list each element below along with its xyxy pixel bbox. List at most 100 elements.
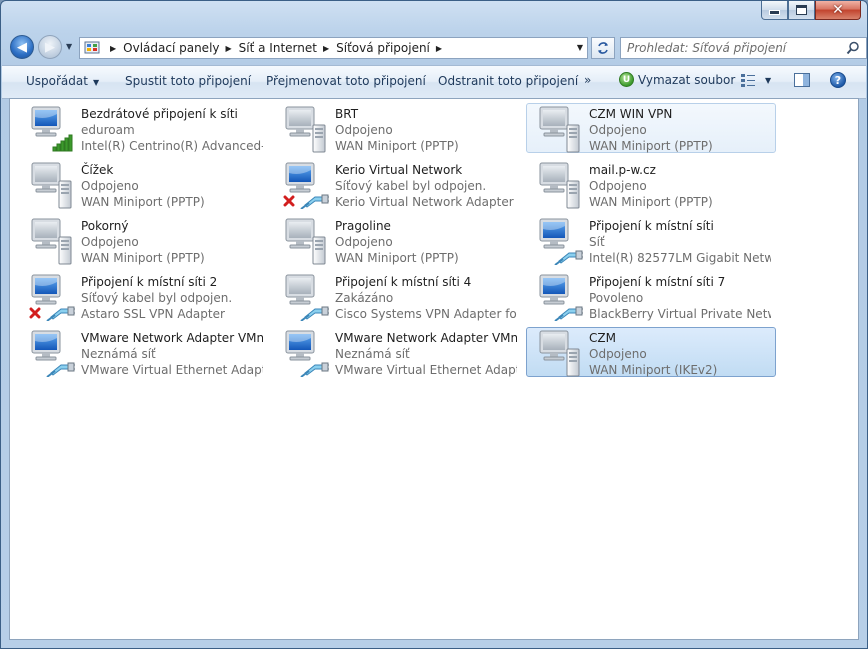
connection-name: Bezdrátové připojení k síti <box>81 107 238 121</box>
connection-status: Odpojeno <box>589 179 647 193</box>
connection-text: VMware Network Adapter VMnet8 Neznámá sí… <box>335 330 517 378</box>
connection-text: Čížek Odpojeno WAN Miniport (PPTP) <box>81 162 263 210</box>
connection-text: CZM Odpojeno WAN Miniport (IKEv2) <box>589 330 771 378</box>
connection-item[interactable]: VMware Network Adapter VMnet1 Neznámá sí… <box>18 327 268 378</box>
recent-pages-dropdown[interactable]: ▼ <box>66 42 72 51</box>
command-bar: Uspořádat ▼ Spustit toto připojení Přejme… <box>2 65 866 99</box>
connection-name: BRT <box>335 107 359 121</box>
search-box[interactable] <box>620 37 867 59</box>
connection-adapter: WAN Miniport (PPTP) <box>81 195 205 209</box>
connection-text: Připojení k místní síti 7 Povoleno Black… <box>589 274 771 322</box>
connection-name: Připojení k místní síti 7 <box>589 275 726 289</box>
connection-adapter: WAN Miniport (PPTP) <box>589 195 713 209</box>
change-view-button[interactable]: ▼ <box>740 73 771 87</box>
maximize-button[interactable] <box>788 1 815 20</box>
lan-connection-icon <box>29 329 77 378</box>
delete-connection-button[interactable]: Odstranit toto připojení <box>438 74 578 88</box>
connection-item[interactable]: Čížek Odpojeno WAN Miniport (PPTP) <box>18 159 268 209</box>
search-input[interactable] <box>627 41 837 55</box>
organize-label: Uspořádat <box>26 74 88 88</box>
connection-text: CZM WIN VPN Odpojeno WAN Miniport (PPTP) <box>589 106 771 154</box>
vpn-connection-icon <box>29 161 75 209</box>
connection-adapter: VMware Virtual Ethernet Adapter ... <box>335 363 517 377</box>
organize-menu[interactable]: Uspořádat ▼ <box>26 74 99 88</box>
connection-name: Kerio Virtual Network <box>335 163 463 177</box>
breadcrumb-separator-icon[interactable]: ▶ <box>110 44 116 53</box>
connection-adapter: WAN Miniport (IKEv2) <box>589 363 718 377</box>
disabled-lan-icon <box>283 273 331 322</box>
connection-item[interactable]: VMware Network Adapter VMnet8 Neznámá sí… <box>272 327 522 378</box>
forward-button[interactable]: ▶ <box>38 35 62 59</box>
address-bar[interactable]: ▶ Ovládací panely ▶ Síť a Internet ▶ Síť… <box>79 37 588 59</box>
connection-status: Síťový kabel byl odpojen. <box>81 291 233 305</box>
connection-item[interactable]: Připojení k místní síti Síť Intel(R) 825… <box>526 215 776 266</box>
chevron-down-icon: ▼ <box>765 75 772 85</box>
search-icon[interactable] <box>846 41 860 55</box>
connection-status: eduroam <box>81 123 135 137</box>
connection-name: Připojení k místní síti 2 <box>81 275 218 289</box>
breadcrumb-control-panel[interactable]: Ovládací panely <box>123 41 219 55</box>
help-button[interactable]: ? <box>830 72 846 88</box>
connection-adapter: WAN Miniport (PPTP) <box>589 139 713 153</box>
connection-status: Odpojeno <box>335 123 393 137</box>
connection-name: CZM WIN VPN <box>589 107 673 121</box>
connection-adapter: WAN Miniport (PPTP) <box>335 251 459 265</box>
wireless-network-icon <box>29 105 75 153</box>
start-connection-button[interactable]: Spustit toto připojení <box>125 74 251 88</box>
connection-item[interactable]: CZM WIN VPN Odpojeno WAN Miniport (PPTP) <box>526 103 776 153</box>
connection-item[interactable]: Kerio Virtual Network Síťový kabel byl o… <box>272 159 522 210</box>
connection-adapter: Astaro SSL VPN Adapter <box>81 307 225 321</box>
connection-adapter: Intel(R) Centrino(R) Advanced-N ... <box>81 139 263 153</box>
disconnected-lan-icon <box>29 273 77 322</box>
minimize-button[interactable] <box>761 1 788 20</box>
lan-connection-icon <box>537 273 585 322</box>
connection-text: mail.p-w.cz Odpojeno WAN Miniport (PPTP) <box>589 162 771 210</box>
more-commands-button[interactable]: » <box>584 73 591 87</box>
connection-name: VMware Network Adapter VMnet8 <box>335 331 517 345</box>
uninstall-icon: U <box>619 72 634 87</box>
connection-item[interactable]: CZM Odpojeno WAN Miniport (IKEv2) <box>526 327 776 377</box>
minimize-icon <box>769 9 780 15</box>
connection-name: Připojení k místní síti <box>589 219 714 233</box>
connections-list: Bezdrátové připojení k síti eduroam Inte… <box>9 98 859 640</box>
connection-text: Bezdrátové připojení k síti eduroam Inte… <box>81 106 263 154</box>
breadcrumb-network-internet[interactable]: Síť a Internet <box>239 41 317 55</box>
refresh-button[interactable] <box>591 37 615 59</box>
breadcrumb-separator-icon[interactable]: ▶ <box>226 44 232 53</box>
vpn-connection-icon <box>283 217 329 265</box>
address-dropdown-icon[interactable]: ▼ <box>577 43 583 52</box>
breadcrumb-separator-icon[interactable]: ▶ <box>323 44 329 53</box>
connection-adapter: WAN Miniport (PPTP) <box>81 251 205 265</box>
connection-item[interactable]: Pragoline Odpojeno WAN Miniport (PPTP) <box>272 215 522 265</box>
breadcrumb-separator-icon[interactable]: ▶ <box>436 44 442 53</box>
connection-name: mail.p-w.cz <box>589 163 656 177</box>
back-button[interactable]: ◀ <box>10 35 34 59</box>
connection-status: Neznámá síť <box>335 347 410 361</box>
connection-item[interactable]: Připojení k místní síti 7 Povoleno Black… <box>526 271 776 322</box>
connection-text: Pragoline Odpojeno WAN Miniport (PPTP) <box>335 218 517 266</box>
connection-name: Pragoline <box>335 219 391 233</box>
connection-status: Zakázáno <box>335 291 394 305</box>
connection-item[interactable]: Pokorný Odpojeno WAN Miniport (PPTP) <box>18 215 268 265</box>
connection-item[interactable]: Připojení k místní síti 2 Síťový kabel b… <box>18 271 268 322</box>
connection-item[interactable]: Připojení k místní síti 4 Zakázáno Cisco… <box>272 271 522 322</box>
forward-arrow-icon: ▶ <box>45 39 55 55</box>
connection-item[interactable]: Bezdrátové připojení k síti eduroam Inte… <box>18 103 268 153</box>
uninstall-button[interactable]: U Vymazat soubor <box>619 72 735 87</box>
connection-name: VMware Network Adapter VMnet1 <box>81 331 263 345</box>
connection-adapter: WAN Miniport (PPTP) <box>335 139 459 153</box>
connection-name: Připojení k místní síti 4 <box>335 275 472 289</box>
rename-connection-button[interactable]: Přejmenovat toto připojení <box>266 74 426 88</box>
preview-pane-button[interactable] <box>794 73 810 90</box>
help-icon: ? <box>834 73 842 87</box>
vpn-connection-icon <box>283 105 329 153</box>
connection-text: BRT Odpojeno WAN Miniport (PPTP) <box>335 106 517 154</box>
connection-item[interactable]: BRT Odpojeno WAN Miniport (PPTP) <box>272 103 522 153</box>
connection-adapter: Intel(R) 82577LM Gigabit Network... <box>589 251 771 265</box>
connection-item[interactable]: mail.p-w.cz Odpojeno WAN Miniport (PPTP) <box>526 159 776 209</box>
breadcrumb-network-connections[interactable]: Síťová připojení <box>336 41 430 55</box>
connection-adapter: Kerio Virtual Network Adapter <box>335 195 514 209</box>
connection-text: VMware Network Adapter VMnet1 Neznámá sí… <box>81 330 263 378</box>
connection-status: Odpojeno <box>335 235 393 249</box>
close-button[interactable]: ✕ <box>815 1 861 20</box>
